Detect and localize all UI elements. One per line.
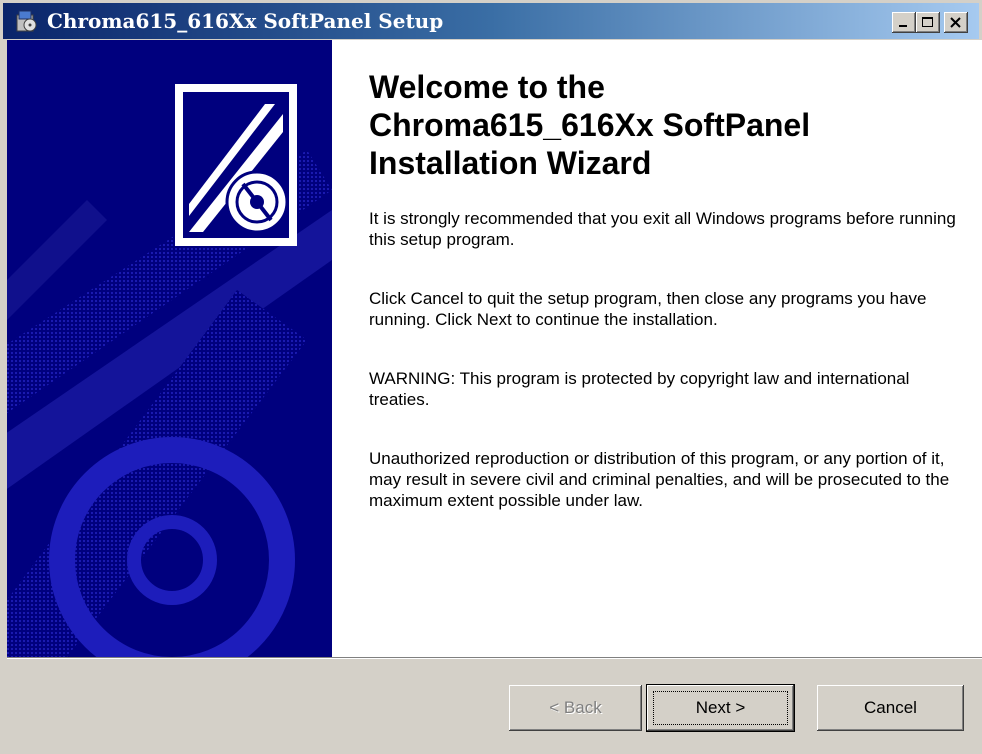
next-button-label: Next > xyxy=(695,698,746,717)
footer-divider xyxy=(7,657,982,659)
recommendation-text: It is strongly recommended that you exit… xyxy=(369,209,956,249)
cancel-button[interactable]: Cancel xyxy=(817,685,964,731)
minimize-icon xyxy=(899,25,907,27)
logo-box xyxy=(175,84,297,246)
minimize-button[interactable] xyxy=(892,12,916,33)
heading-line: Welcome to the xyxy=(369,69,605,105)
back-button-label: < Back xyxy=(549,698,602,717)
close-icon xyxy=(950,17,961,28)
wizard-banner xyxy=(7,40,332,657)
setup-window: Chroma615_616Xx SoftPanel Setup Welcome … xyxy=(0,0,982,754)
setup-icon xyxy=(15,9,39,33)
wizard-content: Welcome to the Chroma615_616Xx SoftPanel… xyxy=(332,40,982,657)
legal-text: Unauthorized reproduction or distributio… xyxy=(369,449,950,510)
back-button[interactable]: < Back xyxy=(509,685,642,731)
close-button[interactable] xyxy=(944,12,968,33)
maximize-button[interactable] xyxy=(916,12,940,33)
maximize-icon xyxy=(922,17,933,27)
title-bar[interactable]: Chroma615_616Xx SoftPanel Setup xyxy=(3,3,979,39)
heading-line: Installation Wizard xyxy=(369,145,652,181)
heading-line: Chroma615_616Xx SoftPanel xyxy=(369,107,811,143)
instruction-text: Click Cancel to quit the setup program, … xyxy=(369,289,927,329)
next-button[interactable]: Next > xyxy=(647,685,794,731)
cancel-button-label: Cancel xyxy=(864,698,917,717)
welcome-heading: Welcome to the Chroma615_616Xx SoftPanel… xyxy=(369,68,969,182)
warning-text: WARNING: This program is protected by co… xyxy=(369,369,910,409)
window-title: Chroma615_616Xx SoftPanel Setup xyxy=(47,9,444,33)
install-logo-icon xyxy=(183,92,289,238)
